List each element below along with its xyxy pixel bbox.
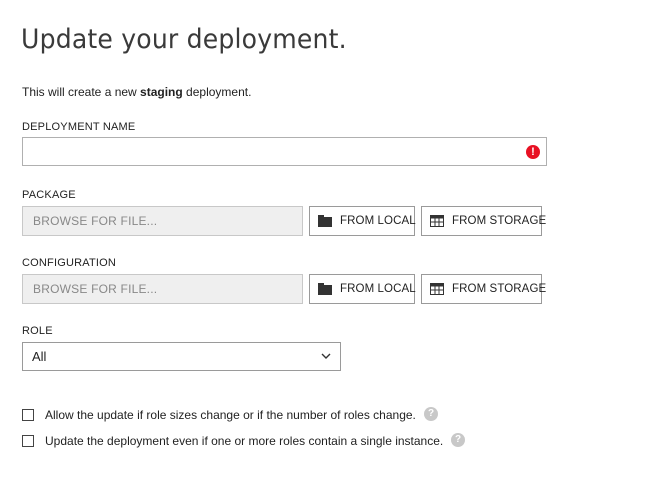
configuration-from-local-button[interactable]: FROM LOCAL [309, 274, 416, 304]
table-storage-icon [430, 215, 444, 227]
package-from-local-button[interactable]: FROM LOCAL [309, 206, 416, 236]
role-label: ROLE [22, 325, 53, 337]
single-instance-checkbox[interactable] [22, 435, 34, 447]
page-title: Update your deployment. [21, 24, 347, 55]
folder-icon [318, 215, 332, 227]
subtitle-suffix: deployment. [182, 85, 252, 99]
single-instance-label: Update the deployment even if one or mor… [45, 434, 444, 448]
deployment-name-label: DEPLOYMENT NAME [22, 121, 136, 133]
configuration-from-storage-button[interactable]: FROM STORAGE [421, 274, 546, 304]
from-local-label: FROM LOCAL [340, 215, 416, 227]
configuration-label: CONFIGURATION [22, 257, 117, 269]
role-selected-value: All [32, 349, 47, 364]
role-sizes-checkbox[interactable] [22, 409, 34, 421]
table-storage-icon [430, 283, 444, 295]
chevron-down-icon [321, 353, 331, 359]
from-storage-label: FROM STORAGE [452, 215, 547, 227]
deployment-name-input[interactable]: ! [22, 137, 547, 166]
from-local-label: FROM LOCAL [340, 283, 416, 295]
package-from-storage-button[interactable]: FROM STORAGE [421, 206, 546, 236]
role-sizes-label: Allow the update if role sizes change or… [45, 408, 416, 422]
help-icon[interactable]: ? [451, 433, 465, 447]
package-label: PACKAGE [22, 189, 76, 201]
folder-icon [318, 283, 332, 295]
page-subtitle: This will create a new staging deploymen… [22, 85, 251, 99]
role-select[interactable]: All [22, 342, 341, 371]
package-browse-field[interactable]: BROWSE FOR FILE... [22, 206, 303, 236]
help-icon[interactable]: ? [424, 407, 438, 421]
error-icon: ! [526, 145, 540, 159]
configuration-browse-field[interactable]: BROWSE FOR FILE... [22, 274, 303, 304]
subtitle-prefix: This will create a new [22, 85, 141, 99]
subtitle-bold: staging [140, 85, 183, 99]
from-storage-label: FROM STORAGE [452, 283, 547, 295]
